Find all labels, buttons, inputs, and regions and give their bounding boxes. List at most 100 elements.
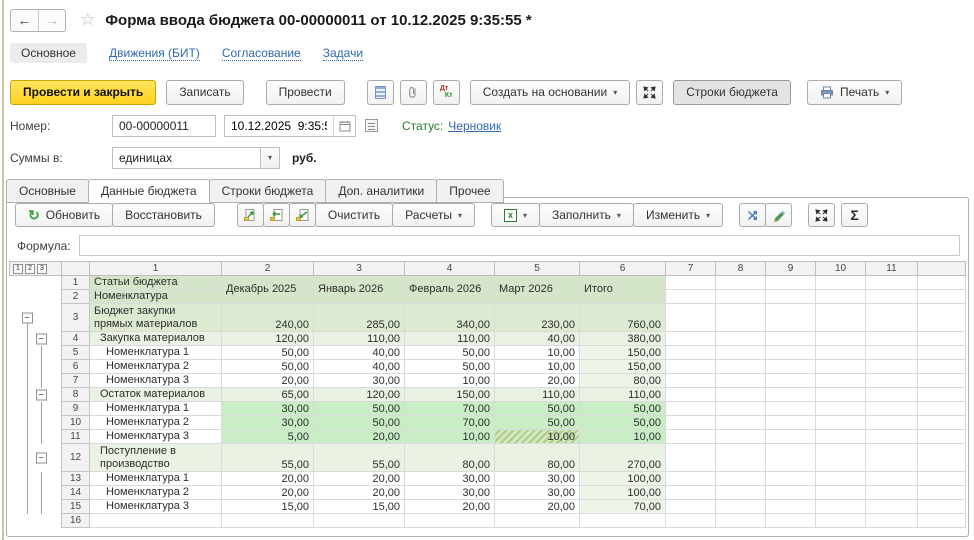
grid-cell-value[interactable]: 50,00 — [222, 346, 314, 360]
row-number[interactable]: 11 — [62, 430, 90, 444]
grid-cell-value[interactable]: 40,00 — [314, 346, 405, 360]
collapse-group-button[interactable]: − — [22, 312, 33, 323]
grid-cell-value[interactable]: 120,00 — [222, 332, 314, 346]
grid-cell-empty[interactable] — [666, 374, 716, 388]
grid-cell-articles-label[interactable]: Статьи бюджета — [90, 276, 222, 290]
grid-cell-empty[interactable] — [766, 346, 816, 360]
import-data-button[interactable] — [263, 203, 290, 227]
row-number[interactable]: 3 — [62, 304, 90, 332]
grid-cell-label[interactable]: Бюджет закупки прямых материалов — [90, 304, 222, 332]
row-number[interactable]: 15 — [62, 500, 90, 514]
grid-cell-empty[interactable] — [666, 486, 716, 500]
collapse-group-button[interactable]: − — [36, 389, 47, 400]
grid-cell-value[interactable] — [314, 514, 405, 528]
grid-cell-empty[interactable] — [716, 276, 766, 290]
grid-cell-empty[interactable] — [866, 486, 918, 500]
grid-cell-empty[interactable] — [716, 388, 766, 402]
row-number[interactable]: 4 — [62, 332, 90, 346]
grid-cell-value[interactable]: 55,00 — [314, 444, 405, 472]
anchor-tab-movements[interactable]: Движения (БИТ) — [109, 46, 200, 61]
grid-cell-empty[interactable] — [716, 374, 766, 388]
grid-cell-empty[interactable] — [716, 444, 766, 472]
row-number[interactable]: 12 — [62, 444, 90, 472]
grid-cell-label[interactable]: Номенклатура 3 — [90, 374, 222, 388]
grid-cell-empty[interactable] — [866, 374, 918, 388]
grid-cell-value[interactable]: 110,00 — [580, 388, 666, 402]
grid-cell-empty[interactable] — [816, 500, 866, 514]
collapse-group-button[interactable]: − — [36, 333, 47, 344]
outline-level-3-button[interactable]: 3 — [37, 264, 47, 274]
outline-level-1-button[interactable]: 1 — [13, 264, 23, 274]
grid-cell-empty[interactable] — [666, 332, 716, 346]
grid-cell-empty[interactable] — [766, 388, 816, 402]
grid-cell-empty[interactable] — [816, 444, 866, 472]
grid-cell-empty[interactable] — [666, 416, 716, 430]
restore-button[interactable]: Восстановить — [112, 203, 215, 227]
grid-cell-empty[interactable] — [766, 374, 816, 388]
grid-cell-empty[interactable] — [716, 430, 766, 444]
sum-button[interactable]: Σ — [841, 203, 868, 227]
date-field[interactable] — [225, 116, 333, 136]
column-header-1[interactable]: 1 — [90, 262, 222, 276]
row-number[interactable]: 1 — [62, 276, 90, 290]
sums-combo[interactable]: единицах ▾ — [112, 147, 280, 169]
grid-cell-empty[interactable] — [866, 290, 918, 304]
grid-cell-empty[interactable] — [866, 472, 918, 486]
grid-cell-value[interactable]: 70,00 — [580, 500, 666, 514]
grid-cell-value[interactable]: 30,00 — [222, 402, 314, 416]
grid-cell-empty[interactable] — [666, 514, 716, 528]
grid-cell-empty[interactable] — [816, 332, 866, 346]
grid-cell-value[interactable]: 30,00 — [495, 486, 580, 500]
grid-cell-value[interactable]: 50,00 — [495, 402, 580, 416]
grid-cell-empty[interactable] — [716, 346, 766, 360]
grid-cell-value[interactable]: 110,00 — [405, 332, 495, 346]
grid-cell-empty[interactable] — [766, 416, 816, 430]
calendar-button[interactable] — [333, 116, 355, 136]
save-button[interactable]: Записать — [166, 80, 243, 105]
grid-cell-value[interactable]: 20,00 — [405, 500, 495, 514]
grid-cell-month-header[interactable]: Февраль 2026 — [405, 276, 495, 304]
anchor-tab-main[interactable]: Основное — [10, 43, 87, 63]
budget-lines-button[interactable]: Строки бюджета — [673, 80, 791, 105]
grid-cell-value[interactable]: 10,00 — [495, 360, 580, 374]
grid-cell-value[interactable]: 20,00 — [495, 374, 580, 388]
grid-cell-value[interactable]: 110,00 — [314, 332, 405, 346]
grid-cell-value[interactable]: 270,00 — [580, 444, 666, 472]
row-number[interactable]: 14 — [62, 486, 90, 500]
grid-cell-month-header[interactable]: Итого — [580, 276, 666, 304]
refresh-button[interactable]: ↻Обновить — [15, 203, 113, 227]
grid-cell-empty[interactable] — [766, 360, 816, 374]
grid-cell-label[interactable]: Номенклатура 1 — [90, 472, 222, 486]
grid-cell-label[interactable]: Номенклатура 1 — [90, 346, 222, 360]
create-based-on-button[interactable]: Создать на основании▾ — [470, 80, 631, 105]
collapse-group-button[interactable]: − — [36, 452, 47, 463]
grid-cell-empty[interactable] — [866, 360, 918, 374]
column-header-5[interactable]: 5 — [495, 262, 580, 276]
print-button[interactable]: Печать▾ — [807, 80, 902, 105]
grid-cell-empty[interactable] — [766, 332, 816, 346]
grid-cell-empty[interactable] — [866, 388, 918, 402]
page-tab-4[interactable]: Прочее — [436, 179, 503, 203]
grid-cell-value[interactable] — [405, 514, 495, 528]
grid-cell-empty[interactable] — [766, 290, 816, 304]
row-number[interactable]: 6 — [62, 360, 90, 374]
row-number[interactable]: 9 — [62, 402, 90, 416]
column-header-2[interactable]: 2 — [222, 262, 314, 276]
grid-cell-value[interactable]: 100,00 — [580, 486, 666, 500]
grid-cell-empty[interactable] — [666, 304, 716, 332]
column-header-10[interactable]: 10 — [816, 262, 866, 276]
excel-export-button[interactable]: x▾ — [491, 203, 540, 227]
row-number[interactable]: 2 — [62, 290, 90, 304]
grid-cell-empty[interactable] — [716, 500, 766, 514]
export-data-button[interactable] — [289, 203, 316, 227]
grid-cell-empty[interactable] — [666, 276, 716, 290]
grid-cell-empty[interactable] — [816, 402, 866, 416]
grid-cell-empty[interactable] — [766, 276, 816, 290]
grid-cell-label[interactable]: Номенклатура 3 — [90, 500, 222, 514]
grid-cell-value[interactable]: 70,00 — [405, 416, 495, 430]
grid-cell-empty[interactable] — [816, 388, 866, 402]
grid-cell-value[interactable]: 50,00 — [580, 402, 666, 416]
grid-cell-empty[interactable] — [716, 304, 766, 332]
grid-cell-empty[interactable] — [816, 290, 866, 304]
grid-cell-value[interactable]: 20,00 — [314, 472, 405, 486]
